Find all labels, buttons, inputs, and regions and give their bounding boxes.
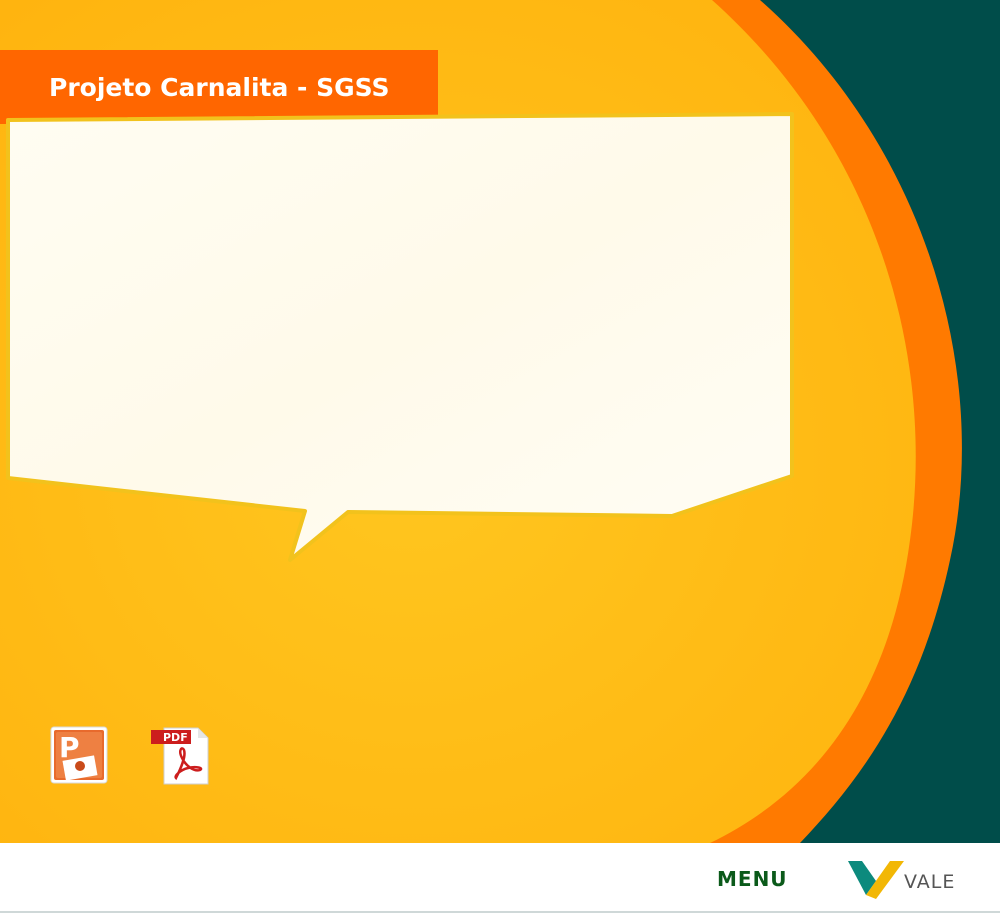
vale-logo: VALE [846,855,966,901]
logo-text: VALE [904,871,956,893]
page-title: Projeto Carnalita - SGSS [49,72,390,102]
powerpoint-letter: P [59,731,80,764]
powerpoint-icon[interactable]: P [50,726,108,784]
pdf-label: PDF [163,731,188,744]
main-stage: Projeto Carnalita - SGSS P PDF [0,0,1000,843]
menu-button[interactable]: MENU [717,867,788,891]
speech-bubble [6,112,794,562]
pdf-icon[interactable]: PDF [150,726,210,786]
footer-bar: MENU VALE [0,843,1000,913]
